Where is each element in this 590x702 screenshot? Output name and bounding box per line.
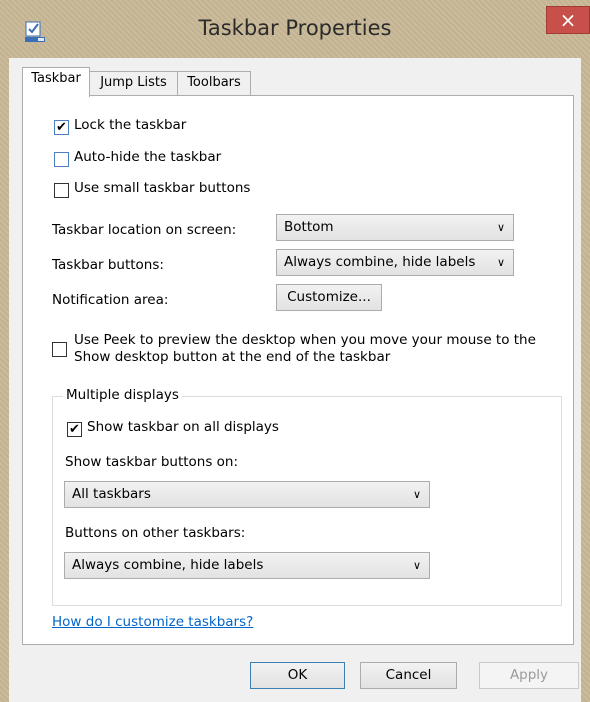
close-button[interactable]: × [546, 6, 590, 34]
cancel-button[interactable]: Cancel [360, 662, 457, 689]
taskbar-buttons-dropdown[interactable]: Always combine, hide labels ∨ [276, 249, 514, 276]
chevron-down-icon: ∨ [496, 256, 505, 269]
other-taskbars-value: Always combine, hide labels [72, 557, 264, 573]
dialog-body: Taskbar Jump Lists Toolbars ✔ Lock the t… [9, 58, 581, 702]
chevron-down-icon: ∨ [496, 221, 505, 234]
chevron-down-icon: ∨ [412, 488, 421, 501]
small-buttons-checkbox[interactable] [54, 183, 69, 198]
ok-button[interactable]: OK [250, 662, 345, 689]
tab-taskbar[interactable]: Taskbar [22, 67, 90, 97]
customize-button[interactable]: Customize... [276, 284, 382, 311]
taskbar-tab-panel: ✔ Lock the taskbar Auto-hide the taskbar… [22, 95, 574, 645]
small-buttons-label: Use small taskbar buttons [74, 180, 251, 196]
location-value: Bottom [284, 219, 334, 235]
taskbar-properties-window: Taskbar Properties × Taskbar Jump Lists … [0, 0, 590, 702]
peek-checkbox[interactable] [52, 342, 67, 357]
title-bar[interactable]: Taskbar Properties × [0, 0, 590, 58]
show-buttons-on-dropdown[interactable]: All taskbars ∨ [64, 481, 430, 508]
peek-label-line1: Use Peek to preview the desktop when you… [74, 332, 536, 348]
autohide-checkbox[interactable] [54, 152, 69, 167]
peek-label: Use Peek to preview the desktop when you… [74, 332, 536, 366]
show-buttons-on-value: All taskbars [72, 486, 151, 502]
location-label: Taskbar location on screen: [52, 222, 237, 238]
show-buttons-on-label: Show taskbar buttons on: [65, 454, 239, 470]
show-all-displays-checkbox[interactable]: ✔ [67, 422, 82, 437]
taskbar-buttons-label: Taskbar buttons: [52, 257, 164, 273]
multiple-displays-group: Multiple displays ✔ Show taskbar on all … [52, 387, 562, 606]
chevron-down-icon: ∨ [412, 559, 421, 572]
other-taskbars-label: Buttons on other taskbars: [65, 525, 246, 541]
autohide-label: Auto-hide the taskbar [74, 149, 222, 165]
peek-label-line2: Show desktop button at the end of the ta… [74, 349, 391, 365]
lock-taskbar-checkbox[interactable]: ✔ [54, 120, 69, 135]
lock-taskbar-label: Lock the taskbar [74, 117, 187, 133]
help-link[interactable]: How do I customize taskbars? [52, 614, 253, 630]
notification-area-label: Notification area: [52, 292, 169, 308]
tab-jump-lists[interactable]: Jump Lists [89, 71, 178, 95]
apply-button[interactable]: Apply [479, 662, 579, 689]
window-title: Taskbar Properties [198, 16, 392, 40]
other-taskbars-dropdown[interactable]: Always combine, hide labels ∨ [64, 552, 430, 579]
tab-toolbars[interactable]: Toolbars [177, 71, 251, 95]
location-dropdown[interactable]: Bottom ∨ [276, 214, 514, 241]
show-all-displays-label: Show taskbar on all displays [87, 419, 279, 435]
multiple-displays-title: Multiple displays [63, 387, 182, 403]
taskbar-buttons-value: Always combine, hide labels [284, 254, 476, 270]
